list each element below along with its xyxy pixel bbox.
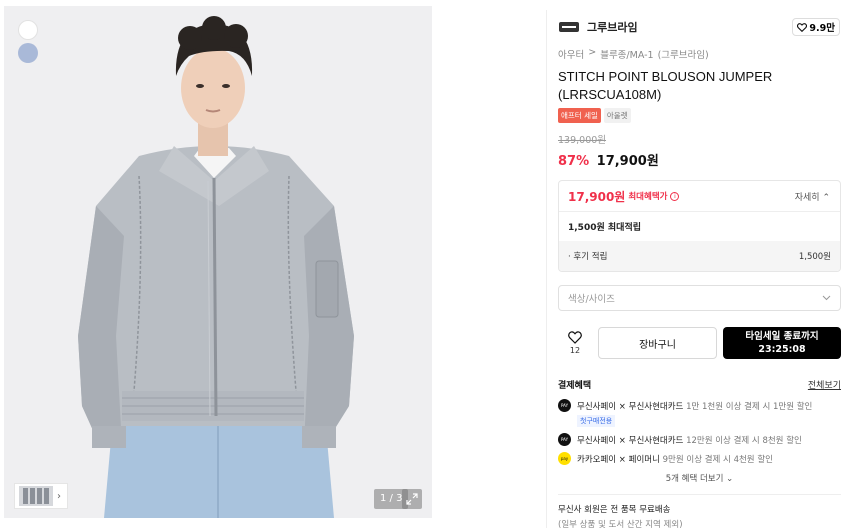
- action-row: 12 장바구니 타임세일 종료까지 23:25:08: [558, 327, 850, 359]
- benefit-price: 17,900원: [568, 189, 626, 204]
- sale-price: 17,900원: [596, 154, 659, 169]
- expand-icon[interactable]: [402, 489, 422, 509]
- review-points-row: · 후기 적립 1,500원: [559, 241, 840, 271]
- panel-divider: [546, 10, 547, 528]
- wishlist-button[interactable]: 12: [558, 331, 592, 355]
- chevron-right-icon[interactable]: ›: [57, 491, 61, 502]
- color-swatch-white[interactable]: [18, 20, 38, 40]
- section-divider: [558, 494, 841, 495]
- price-row: 87% 17,900원: [558, 150, 850, 169]
- review-points-value: 1,500원: [798, 252, 831, 262]
- option-select-placeholder: 색상/사이즈: [568, 294, 615, 305]
- detail-toggle-label: 자세히: [794, 192, 820, 203]
- wishlist-count: 12: [569, 346, 581, 355]
- max-points: 1,500원 최대적립: [559, 211, 840, 241]
- add-to-cart-button[interactable]: 장바구니: [598, 327, 717, 359]
- color-swatch-blue[interactable]: [18, 43, 38, 63]
- brand-name[interactable]: 그루브라임: [587, 19, 638, 35]
- payment-benefit-item: PAY 무신사페이 × 무신사현대카드 12만원 이상 결제 시 8천원 할인: [558, 433, 841, 446]
- thumbnail-image[interactable]: [19, 486, 53, 506]
- heart-icon: [568, 331, 582, 344]
- review-points-label: · 후기 적립: [568, 252, 608, 262]
- breadcrumb-item[interactable]: (그루브라임): [658, 47, 709, 61]
- outlet-badge: 아울렛: [603, 108, 631, 123]
- more-benefits-link[interactable]: 5개 혜택 더보기 ⌄: [558, 472, 841, 484]
- sale-badge: 애프터 세일: [558, 108, 601, 123]
- kakao-pay-logo: pay: [558, 452, 571, 465]
- thumbnail-strip[interactable]: ›: [14, 483, 68, 509]
- payment-benefit-item: pay 카카오페이 × 페이머니 9만원 이상 결제 시 4천원 할인: [558, 452, 841, 465]
- buy-button[interactable]: 타임세일 종료까지 23:25:08: [723, 327, 841, 359]
- product-image-panel[interactable]: › 1 / 3: [4, 6, 432, 518]
- product-badges: 애프터 세일 아울렛: [558, 108, 850, 123]
- benefit-card-desc: 9만원 이상 결제 시 4천원 할인: [662, 455, 773, 465]
- brand-like-button[interactable]: 9.9만: [792, 18, 840, 36]
- benefit-card-name: 카카오페이 × 페이머니: [577, 455, 660, 465]
- benefit-label: 최대혜택가: [628, 192, 668, 202]
- product-photo: [4, 6, 432, 518]
- chevron-down-icon: [822, 295, 831, 301]
- buy-button-label: 타임세일 종료까지: [745, 331, 819, 342]
- benefit-card-desc: 12만원 이상 결제 시 8천원 할인: [686, 436, 802, 446]
- max-benefit-box: 17,900원 최대혜택가 i 자세히 ⌃ 1,500원 최대적립 · 후기 적…: [558, 180, 841, 272]
- view-all-link[interactable]: 전체보기: [808, 378, 841, 391]
- payment-benefit-item: PAY 무신사페이 × 무신사현대카드 1만 1천원 이상 결제 시 1만원 할…: [558, 399, 841, 427]
- free-shipping-note: (일부 상품 및 도서 산간 지역 제외): [558, 520, 683, 528]
- benefit-card-desc: 1만 1천원 이상 결제 시 1만원 할인: [686, 402, 813, 412]
- discount-rate: 87%: [558, 154, 590, 169]
- free-shipping-title: 무신사 회원은 전 품목 무료배송: [558, 505, 671, 515]
- chevron-up-icon: ⌃: [822, 192, 830, 203]
- first-purchase-tag: 첫구매전용: [577, 415, 616, 427]
- brand-logo[interactable]: [559, 22, 579, 32]
- more-benefits-label: 5개 혜택 더보기: [665, 474, 724, 484]
- benefit-header: 17,900원 최대혜택가 i 자세히 ⌃: [559, 181, 840, 211]
- musinsa-pay-logo: PAY: [558, 433, 571, 446]
- heart-icon: [797, 22, 808, 32]
- payment-benefits-header: 결제혜택 전체보기: [558, 378, 841, 391]
- brand-like-count: 9.9만: [809, 23, 835, 34]
- breadcrumb-item[interactable]: 아우터: [558, 47, 584, 61]
- original-price: 139,000원: [558, 135, 607, 146]
- info-icon[interactable]: i: [670, 191, 680, 201]
- chevron-down-icon: ⌄: [726, 474, 734, 484]
- brand-row: 그루브라임 9.9만: [546, 10, 850, 44]
- benefit-card-name: 무신사페이 × 무신사현대카드: [577, 436, 684, 446]
- benefit-detail-toggle[interactable]: 자세히 ⌃: [795, 190, 830, 203]
- product-info-panel: 그루브라임 9.9만 아우터 > 블루종/MA-1 (그루브라임) STITCH…: [546, 10, 850, 528]
- breadcrumb-item[interactable]: 블루종/MA-1: [600, 47, 653, 61]
- breadcrumb-separator: >: [588, 47, 597, 58]
- musinsa-pay-logo: PAY: [558, 399, 571, 412]
- breadcrumb: 아우터 > 블루종/MA-1 (그루브라임): [558, 47, 850, 61]
- payment-benefits-title: 결제혜택: [558, 381, 592, 391]
- time-sale-countdown: 23:25:08: [758, 344, 806, 355]
- option-select[interactable]: 색상/사이즈: [558, 285, 841, 311]
- benefit-card-name: 무신사페이 × 무신사현대카드: [577, 402, 684, 412]
- product-title: STITCH POINT BLOUSON JUMPER (LRRSCUA108M…: [558, 69, 773, 102]
- payment-benefit-list: PAY 무신사페이 × 무신사현대카드 1만 1천원 이상 결제 시 1만원 할…: [558, 399, 841, 465]
